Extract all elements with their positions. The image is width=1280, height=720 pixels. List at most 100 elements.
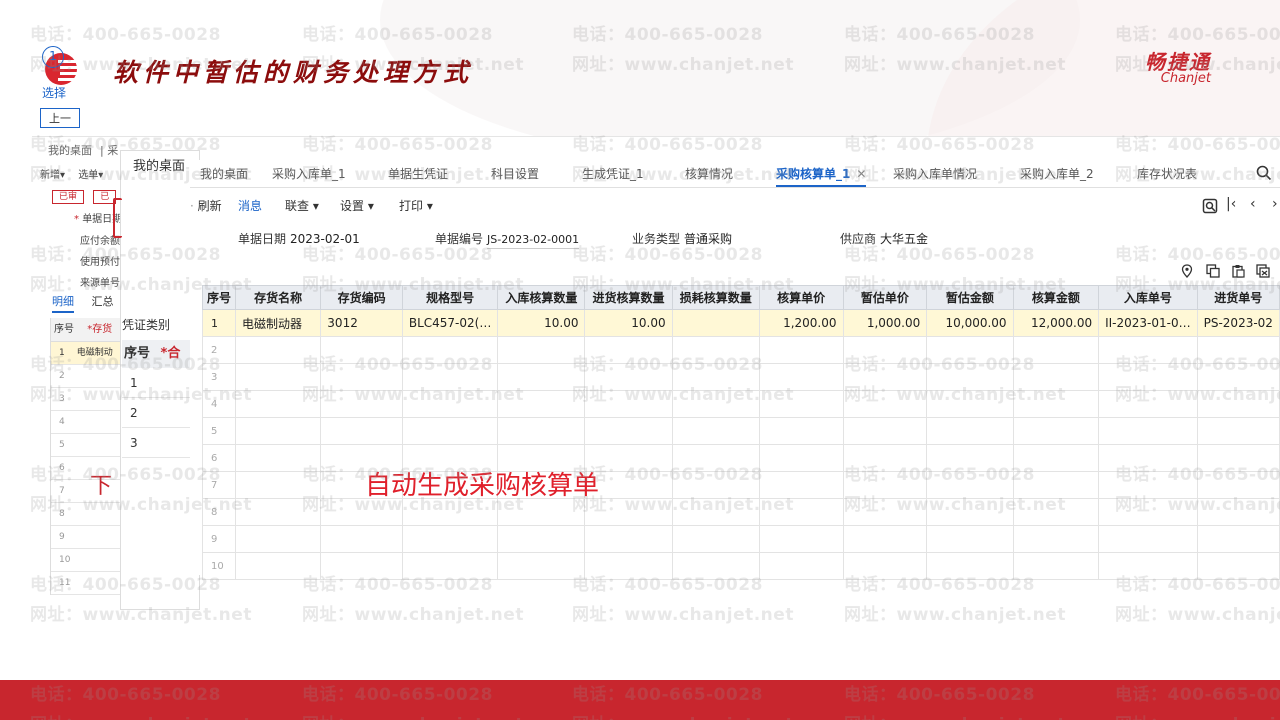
table-cell[interactable] <box>584 336 673 364</box>
table-cell[interactable]: 10.00 <box>497 309 586 337</box>
table-cell[interactable] <box>842 471 928 499</box>
tab-doc-to-voucher[interactable]: 单据生凭证 <box>388 165 448 182</box>
table-cell[interactable] <box>1098 498 1198 526</box>
table-cell[interactable] <box>1012 552 1100 580</box>
table-row[interactable]: 10 <box>51 549 122 572</box>
table-cell[interactable] <box>926 417 1014 445</box>
table-cell[interactable] <box>926 336 1014 364</box>
table-cell[interactable] <box>320 336 403 364</box>
row-index[interactable]: 1 <box>201 309 237 337</box>
table-cell[interactable] <box>1098 363 1198 391</box>
table-row[interactable]: 5 <box>51 434 122 457</box>
column-header[interactable]: 入库单号 <box>1098 285 1198 310</box>
column-header[interactable]: 核算金额 <box>1012 285 1100 310</box>
table-cell[interactable] <box>401 498 499 526</box>
table-cell[interactable] <box>584 363 673 391</box>
business-type-field[interactable]: 业务类型 普通采购 <box>632 230 732 247</box>
table-cell[interactable] <box>842 444 928 472</box>
table-cell[interactable] <box>926 525 1014 553</box>
table-cell[interactable] <box>1196 498 1280 526</box>
column-header[interactable]: 进货单号 <box>1196 285 1280 310</box>
row-index[interactable]: 7 <box>201 471 237 499</box>
row-index[interactable]: 8 <box>201 498 237 526</box>
table-cell[interactable] <box>1196 525 1280 553</box>
table-cell[interactable] <box>1196 444 1280 472</box>
table-cell[interactable] <box>926 471 1014 499</box>
table-cell[interactable] <box>497 417 586 445</box>
table-cell[interactable] <box>758 444 844 472</box>
table-row[interactable]: 2 <box>201 336 1280 364</box>
table-cell[interactable] <box>1196 390 1280 418</box>
table-cell[interactable] <box>758 552 844 580</box>
table-cell[interactable] <box>842 363 928 391</box>
search-icon[interactable] <box>1256 165 1272 181</box>
location-pin-icon[interactable] <box>1180 264 1194 278</box>
paste-icon[interactable] <box>1231 264 1245 278</box>
column-header[interactable]: 暂估单价 <box>842 285 928 310</box>
table-cell[interactable] <box>1098 417 1198 445</box>
table-cell[interactable] <box>401 390 499 418</box>
table-row[interactable]: 9 <box>51 526 122 549</box>
table-cell[interactable] <box>497 390 586 418</box>
column-header[interactable]: 损耗核算数量 <box>671 285 760 310</box>
table-cell[interactable] <box>671 417 760 445</box>
tab-detail[interactable]: 明细 <box>52 295 74 313</box>
table-cell[interactable] <box>758 390 844 418</box>
table-cell[interactable] <box>497 336 586 364</box>
print-menu[interactable]: 打印 ▾ <box>399 197 433 214</box>
table-row[interactable]: 10 <box>201 552 1280 580</box>
refresh-button[interactable]: · 刷新 <box>190 197 222 214</box>
table-cell[interactable] <box>320 390 403 418</box>
bg-select-button[interactable]: 选单 <box>78 170 98 181</box>
table-cell[interactable] <box>1098 525 1198 553</box>
column-header[interactable]: 序号 <box>201 285 237 310</box>
table-cell[interactable] <box>926 498 1014 526</box>
table-cell[interactable] <box>1012 498 1100 526</box>
tab-purchase-costing[interactable]: 采购核算单_1 ✕ <box>776 165 867 187</box>
message-button[interactable]: 消息 <box>238 197 262 214</box>
table-cell[interactable] <box>671 471 760 499</box>
row-index[interactable]: 6 <box>201 444 237 472</box>
table-cell[interactable] <box>1196 336 1280 364</box>
table-cell[interactable]: 10.00 <box>584 309 673 337</box>
table-cell[interactable] <box>1012 471 1100 499</box>
table-cell[interactable] <box>842 417 928 445</box>
table-cell[interactable] <box>401 417 499 445</box>
table-cell[interactable] <box>758 336 844 364</box>
table-cell[interactable] <box>671 336 760 364</box>
bg-new-button[interactable]: 新增 <box>40 170 60 181</box>
tab-purchase-receipt-1[interactable]: 采购入库单_1 <box>272 165 346 182</box>
table-cell[interactable] <box>758 498 844 526</box>
tab-stock-status[interactable]: 库存状况表 <box>1137 165 1197 182</box>
date-field[interactable]: 单据日期 2023-02-01 <box>238 230 360 247</box>
column-header[interactable]: 入库核算数量 <box>497 285 586 310</box>
table-row[interactable]: 3 <box>51 388 122 411</box>
table-cell[interactable] <box>758 471 844 499</box>
table-cell[interactable] <box>1012 525 1100 553</box>
prev-page-icon[interactable]: ‹ <box>1250 196 1256 212</box>
table-cell[interactable] <box>1098 444 1198 472</box>
table-cell[interactable]: 1,200.00 <box>758 309 844 337</box>
table-cell[interactable] <box>235 552 322 580</box>
column-settings-icon[interactable] <box>1256 264 1270 278</box>
table-cell[interactable] <box>235 363 322 391</box>
table-row[interactable]: 9 <box>201 525 1280 553</box>
table-cell[interactable] <box>758 363 844 391</box>
table-row[interactable]: 8 <box>51 503 122 526</box>
table-cell[interactable] <box>401 525 499 553</box>
row-index[interactable]: 5 <box>201 417 237 445</box>
row-index[interactable]: 4 <box>201 390 237 418</box>
table-row[interactable]: 3 <box>122 428 198 458</box>
table-cell[interactable] <box>1196 417 1280 445</box>
column-header[interactable]: 进货核算数量 <box>584 285 673 310</box>
table-cell[interactable] <box>926 363 1014 391</box>
table-cell[interactable]: PS-2023-02 <box>1196 309 1280 337</box>
table-row[interactable]: 1 电磁制动器 3012 BLC457-02(… 10.00 10.00 1,200.00 1… <box>201 309 1280 337</box>
table-cell[interactable] <box>1098 390 1198 418</box>
table-cell[interactable] <box>401 336 499 364</box>
table-cell[interactable] <box>584 390 673 418</box>
table-cell[interactable] <box>1012 417 1100 445</box>
tab-costing-status[interactable]: 核算情况 <box>685 165 733 182</box>
close-icon[interactable]: ✕ <box>856 167 866 181</box>
table-cell[interactable] <box>497 363 586 391</box>
